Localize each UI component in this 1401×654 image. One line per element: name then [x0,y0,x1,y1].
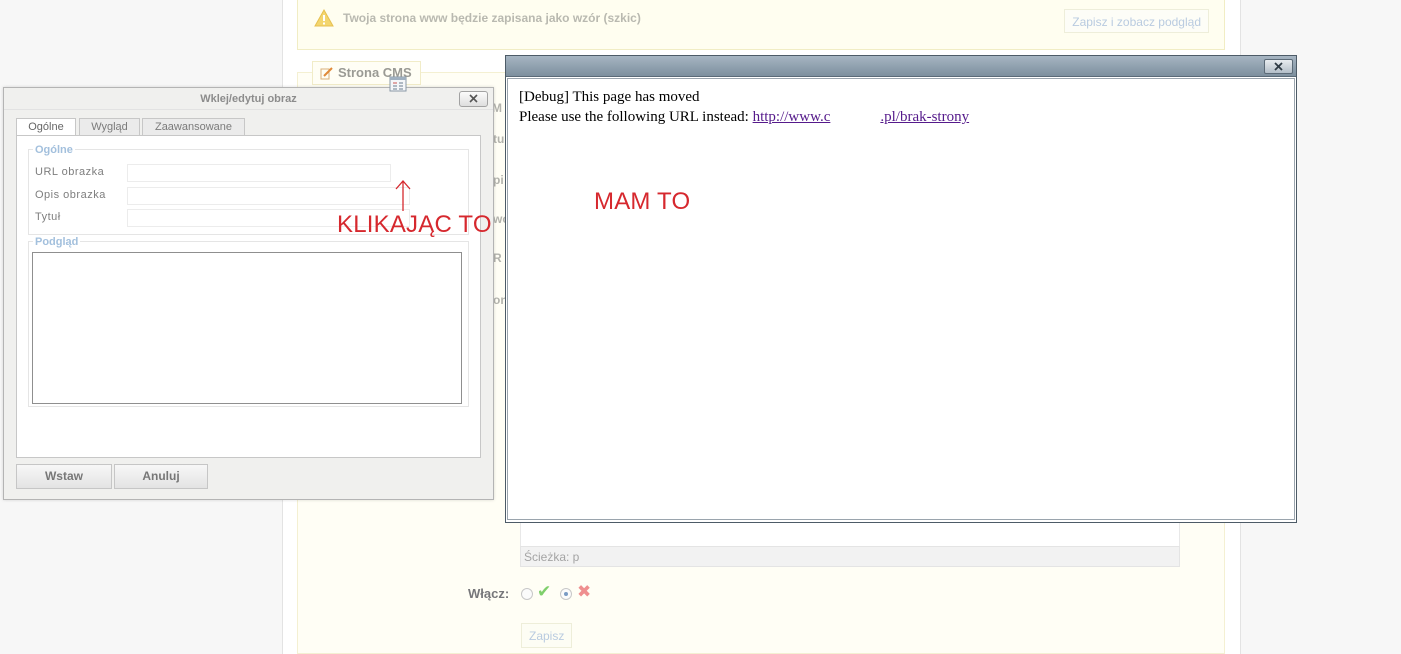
hidden-label-fragment: tu [493,132,505,146]
image-dialog-title: Wklej/edytuj obraz [4,88,493,110]
debug-popup-window: [Debug] This page has moved Please use t… [505,55,1297,523]
hidden-label-fragment: R [493,251,502,265]
check-icon: ✔ [537,582,552,601]
edit-page-icon [320,67,333,80]
redirect-link-start: http://www.c [752,109,831,125]
redirect-link[interactable]: http://www.c .pl/brak-strony [753,109,970,125]
content-editor-area[interactable] [520,520,1180,547]
image-dialog-close-button[interactable] [459,91,488,107]
hidden-label-fragment: pi [493,173,504,187]
redirect-text: Please use the following URL instead: [519,109,753,125]
cross-icon: ✖ [577,582,592,601]
general-legend: Ogólne [33,144,75,156]
enable-no-radio[interactable] [560,588,572,600]
browse-server-icon[interactable] [389,76,407,92]
editor-path-bar: Ścieżka: p [520,546,1180,567]
result-annotation: MAM TO [594,188,691,215]
annotation-arrow-icon [395,180,411,211]
redirect-link-end: .pl/brak-strony [880,109,970,125]
debug-message: [Debug] This page has moved [519,89,700,105]
image-preview-area [32,252,462,404]
redirect-message: Please use the following URL instead: ht… [519,109,969,126]
editor-path-text: Ścieżka: p [524,550,580,564]
image-dialog: Wklej/edytuj obraz Ogólne Wygląd Zaawans… [3,87,494,500]
save-button[interactable]: Zapisz [521,623,573,648]
click-annotation: KLIKAJĄC TO [337,211,492,238]
enable-yes-radio[interactable] [521,588,533,600]
enable-label: Włącz: [468,586,510,601]
image-url-input[interactable] [127,164,391,182]
preview-legend: Podgląd [33,236,81,248]
close-icon [1274,62,1283,71]
debug-popup-close-button[interactable] [1264,59,1293,74]
cancel-button[interactable]: Anuluj [114,464,208,489]
image-description-label: Opis obrazka [35,189,106,201]
insert-button[interactable]: Wstaw [16,464,112,489]
tab-advanced[interactable]: Zaawansowane [142,118,245,136]
draft-warning-bar: Twoja strona www będzie zapisana jako wz… [297,0,1225,50]
debug-popup-titlebar[interactable] [506,56,1296,77]
close-icon [469,94,478,103]
warning-icon [314,9,334,27]
save-and-preview-button[interactable]: Zapisz i zobacz podgląd [1064,9,1209,33]
image-title-label: Tytuł [35,211,61,223]
tab-appearance[interactable]: Wygląd [79,118,140,136]
draft-warning-text: Twoja strona www będzie zapisana jako wz… [343,11,641,25]
image-url-label: URL obrazka [35,166,105,178]
image-description-input[interactable] [127,187,410,205]
debug-popup-content: [Debug] This page has moved Please use t… [507,78,1295,520]
